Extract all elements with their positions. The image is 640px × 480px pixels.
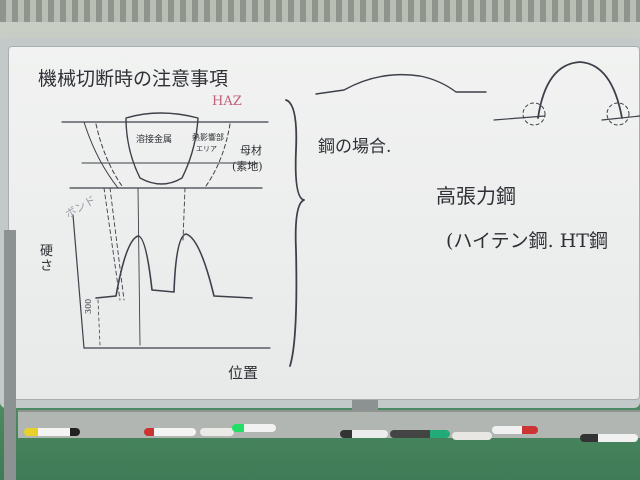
- red-marker[interactable]: [144, 428, 196, 436]
- hardness-axis-label: 硬さ: [40, 244, 54, 274]
- position-axis-label: 位置: [228, 364, 259, 382]
- haz-label: HAZ: [212, 94, 242, 109]
- grouping-brace: [285, 99, 305, 367]
- right-marker[interactable]: [580, 434, 638, 442]
- heat-affected-label: 熱影響部: [192, 133, 224, 142]
- axis-value-label: 300: [84, 298, 93, 314]
- hiten-note: (ハイテン鋼. HT鋼: [446, 230, 608, 252]
- graph-y-axis: [72, 214, 85, 349]
- haz-left-boundary: [83, 121, 119, 189]
- white-marker[interactable]: [200, 428, 234, 436]
- dark-marker[interactable]: [390, 430, 450, 438]
- eraser-marker[interactable]: [452, 432, 492, 440]
- base-metal-sub: (素地): [232, 160, 263, 173]
- haz-left-outline: [95, 123, 123, 187]
- yellow-marker[interactable]: [24, 428, 80, 436]
- arch-sketch: [537, 61, 623, 119]
- steel-case-heading: 鋼の場合.: [318, 137, 392, 157]
- base-metal-label: 母材: [240, 144, 262, 157]
- red-tip-marker[interactable]: [492, 426, 538, 434]
- detail-circle-left: [522, 102, 546, 126]
- projection-line-4: [182, 187, 186, 241]
- bump-sketch: [315, 73, 487, 95]
- value-marker-line: [97, 299, 101, 346]
- high-tensile-heading: 高張力鋼: [436, 184, 516, 208]
- green-marker[interactable]: [232, 424, 276, 432]
- detail-circle-right: [606, 102, 630, 126]
- marker-tray: [18, 410, 640, 438]
- weld-bead-shape: [125, 112, 199, 185]
- weld-metal-label: 溶接金属: [136, 135, 173, 145]
- black-marker[interactable]: [340, 430, 388, 438]
- board-title: 機械切断時の注意事項: [38, 68, 229, 90]
- projection-line-3: [137, 187, 141, 346]
- zone-label: エリア: [196, 145, 217, 153]
